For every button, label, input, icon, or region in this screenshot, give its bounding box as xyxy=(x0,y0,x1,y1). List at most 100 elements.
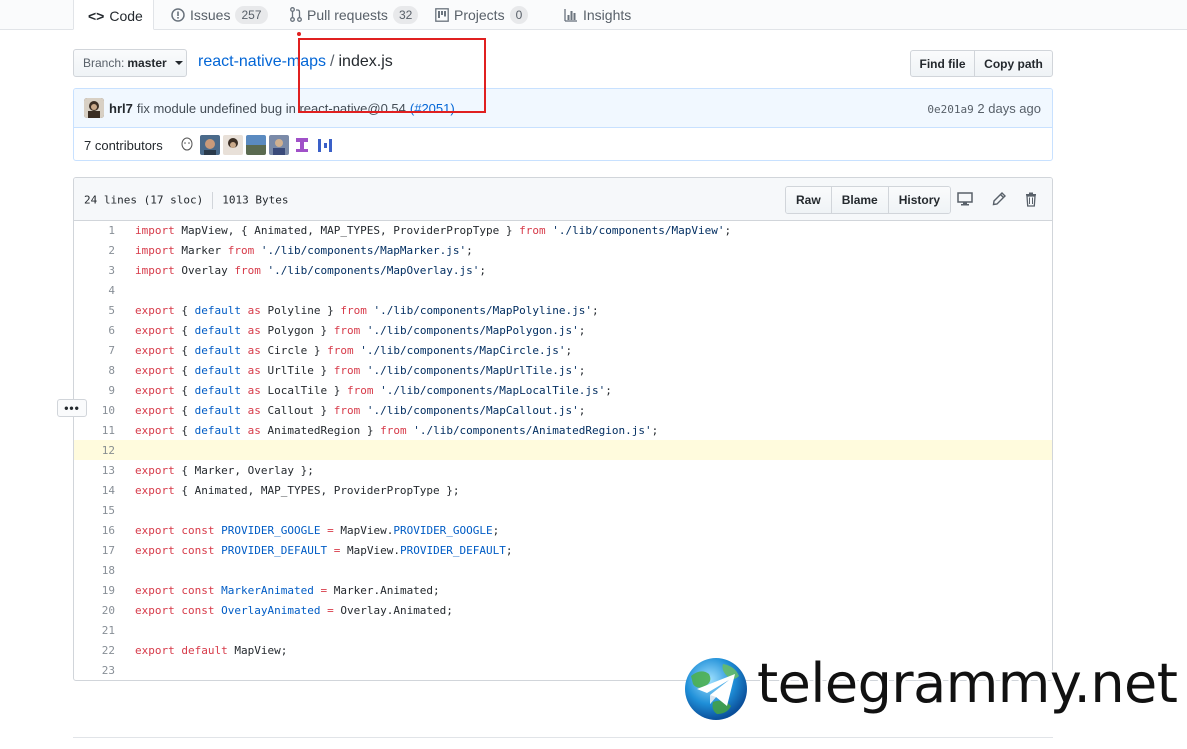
line-number[interactable]: 11 xyxy=(74,424,125,437)
code-line: 17 export const PROVIDER_DEFAULT = MapVie… xyxy=(74,540,1052,560)
code-line-content: export { default as AnimatedRegion } fro… xyxy=(135,423,659,437)
avatar[interactable] xyxy=(199,135,220,155)
tab-insights-label: Insights xyxy=(583,6,632,23)
code-line-content: export { default as Circle } from './lib… xyxy=(135,343,573,357)
commit-author-link[interactable]: hrl7 xyxy=(109,101,133,116)
line-number[interactable]: 8 xyxy=(74,364,125,377)
code-line: 1 import MapView, { Animated, MAP_TYPES, … xyxy=(74,220,1052,240)
avatar[interactable] xyxy=(314,135,335,155)
code-line-content: import Overlay from './lib/components/Ma… xyxy=(135,263,487,277)
line-number[interactable]: 13 xyxy=(74,464,125,477)
code-line-content: export const PROVIDER_DEFAULT = MapView.… xyxy=(135,543,513,557)
branch-label: Branch: xyxy=(83,56,125,70)
code-line-content: export { default as LocalTile } from './… xyxy=(135,383,612,397)
code-icon: <> xyxy=(88,7,105,24)
repo-nav: <> Code Issues 257 Pull requests 32 Proj… xyxy=(0,0,1187,30)
code-line: 3 import Overlay from './lib/components/M… xyxy=(74,260,1052,280)
code-line-content: export default MapView; xyxy=(135,643,288,657)
file-info: 24 lines (17 sloc) 1013 Bytes xyxy=(84,192,288,209)
code-line-content: export { Marker, Overlay }; xyxy=(135,463,314,477)
tab-pull-requests[interactable]: Pull requests 32 xyxy=(290,0,419,29)
tab-projects-label: Projects xyxy=(454,6,505,23)
graph-icon xyxy=(564,8,578,22)
line-number[interactable]: 16 xyxy=(74,524,125,537)
tab-pull-requests-label: Pull requests xyxy=(307,6,388,23)
branch-select-button[interactable]: Branch: master xyxy=(73,49,187,77)
issues-counter: 257 xyxy=(235,5,268,24)
line-number[interactable]: 19 xyxy=(74,584,125,597)
code-line: 11 export { default as AnimatedRegion } f… xyxy=(74,420,1052,440)
avatar[interactable] xyxy=(268,135,289,155)
line-number[interactable]: 15 xyxy=(74,504,125,517)
file-size: 1013 Bytes xyxy=(222,193,289,207)
code-line: 10 export { default as Callout } from './… xyxy=(74,400,1052,420)
line-number[interactable]: 7 xyxy=(74,344,125,357)
code-line: 13 export { Marker, Overlay }; xyxy=(74,460,1052,480)
file-header: 24 lines (17 sloc) 1013 Bytes Raw Blame H… xyxy=(74,178,1052,221)
file-actions: Raw Blame History xyxy=(785,186,952,214)
annotation-highlight-box xyxy=(298,38,486,113)
line-number[interactable]: 12 xyxy=(74,444,125,457)
desktop-icon[interactable] xyxy=(957,191,973,207)
annotation-dot xyxy=(297,32,301,36)
code-line: 9 export { default as LocalTile } from '.… xyxy=(74,380,1052,400)
line-number[interactable]: 22 xyxy=(74,644,125,657)
avatar[interactable] xyxy=(245,135,266,155)
line-number[interactable]: 3 xyxy=(74,264,125,277)
code-line-content: export { default as UrlTile } from './li… xyxy=(135,363,586,377)
code-line-content: export const OverlayAnimated = Overlay.A… xyxy=(135,603,453,617)
file-lines-info: 24 lines (17 sloc) xyxy=(84,193,204,207)
trash-icon[interactable] xyxy=(1023,191,1039,207)
blame-button[interactable]: Blame xyxy=(831,187,889,213)
line-number[interactable]: 23 xyxy=(74,664,125,677)
code-line: 12 xyxy=(74,440,1052,460)
line-number[interactable]: 14 xyxy=(74,484,125,497)
line-number[interactable]: 2 xyxy=(74,244,125,257)
avatar[interactable] xyxy=(84,98,104,118)
pull-requests-counter: 32 xyxy=(392,5,419,24)
code-line-content: import Marker from './lib/components/Map… xyxy=(135,243,473,257)
find-file-button[interactable]: Find file xyxy=(910,50,975,77)
code-line: 8 export { default as UrlTile } from './l… xyxy=(74,360,1052,380)
code-line: 15 xyxy=(74,500,1052,520)
line-number[interactable]: 17 xyxy=(74,544,125,557)
tab-projects[interactable]: Projects 0 xyxy=(435,0,529,29)
git-pull-request-icon xyxy=(290,7,302,22)
tab-issues[interactable]: Issues 257 xyxy=(171,0,268,29)
code-line: 6 export { default as Polygon } from './l… xyxy=(74,320,1052,340)
commit-time: 2 days ago xyxy=(977,101,1041,116)
project-icon xyxy=(435,7,449,22)
chevron-down-icon xyxy=(174,61,183,65)
branch-value: master xyxy=(127,56,167,70)
commit-sha-link[interactable]: 0e201a9 xyxy=(927,103,973,116)
tab-issues-label: Issues xyxy=(190,6,231,23)
copy-path-button[interactable]: Copy path xyxy=(974,50,1053,77)
code-line-content: export { default as Polygon } from './li… xyxy=(135,323,586,337)
line-number[interactable]: 20 xyxy=(74,604,125,617)
raw-button[interactable]: Raw xyxy=(786,187,832,213)
pencil-icon[interactable] xyxy=(991,191,1007,207)
tab-code[interactable]: <> Code xyxy=(73,0,154,30)
contributors-link[interactable]: 7 contributors xyxy=(84,138,163,153)
history-button[interactable]: History xyxy=(888,187,951,213)
commit-meta: 0e201a9 2 days ago xyxy=(927,101,1041,116)
tab-insights[interactable]: Insights xyxy=(564,0,631,29)
code-line: 2 import Marker from './lib/components/Ma… xyxy=(74,240,1052,260)
line-number[interactable]: 1 xyxy=(74,224,125,237)
avatar[interactable] xyxy=(222,135,243,155)
watermark-text: telegrammy.net xyxy=(757,652,1178,715)
line-number[interactable]: 21 xyxy=(74,624,125,637)
watermark: telegrammy.net xyxy=(683,652,1178,722)
avatar[interactable] xyxy=(176,135,197,155)
code-line-content: import MapView, { Animated, MAP_TYPES, P… xyxy=(135,223,732,237)
file-viewer: 24 lines (17 sloc) 1013 Bytes Raw Blame H… xyxy=(73,177,1053,681)
line-number[interactable]: 5 xyxy=(74,304,125,317)
line-options-button[interactable]: ••• xyxy=(57,399,87,417)
line-number[interactable]: 18 xyxy=(74,564,125,577)
line-number[interactable]: 6 xyxy=(74,324,125,337)
tab-code-label: Code xyxy=(109,7,143,24)
avatar[interactable] xyxy=(291,135,312,155)
line-number[interactable]: 4 xyxy=(74,284,125,297)
line-number[interactable]: 9 xyxy=(74,384,125,397)
code-line: 5 export { default as Polyline } from './… xyxy=(74,300,1052,320)
